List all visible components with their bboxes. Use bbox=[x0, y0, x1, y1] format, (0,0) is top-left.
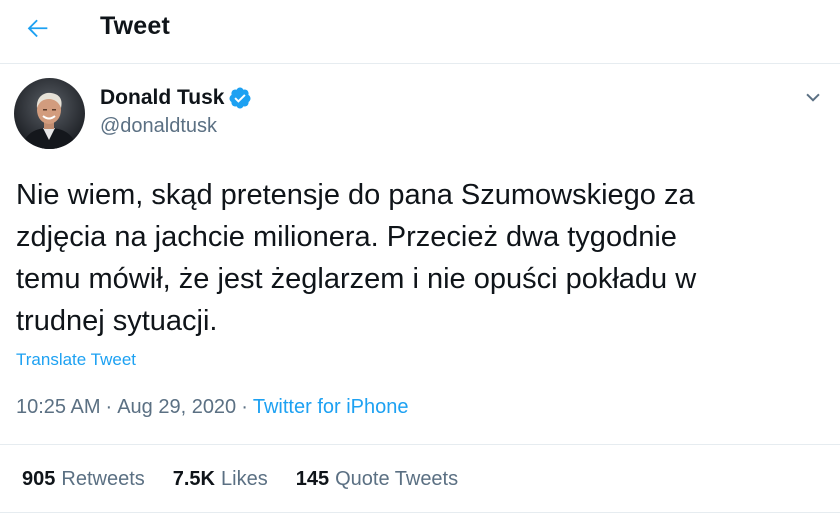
quote-tweets-stat[interactable]: 145 Quote Tweets bbox=[296, 468, 458, 491]
likes-count: 7.5K bbox=[172, 468, 215, 490]
verified-badge-icon bbox=[229, 87, 251, 109]
avatar[interactable] bbox=[14, 78, 85, 149]
tweet-text: Nie wiem, skąd pretensje do pana Szumows… bbox=[16, 174, 816, 342]
translate-tweet-link[interactable]: Translate Tweet bbox=[16, 350, 136, 370]
back-button[interactable] bbox=[20, 10, 56, 46]
divider bbox=[0, 512, 840, 513]
likes-stat[interactable]: 7.5K Likes bbox=[173, 468, 268, 491]
quote-tweets-label: Quote Tweets bbox=[335, 468, 459, 490]
tweet-date[interactable]: Aug 29, 2020 bbox=[117, 396, 236, 418]
author-name[interactable]: Donald Tusk bbox=[100, 86, 224, 110]
retweets-stat[interactable]: 905 Retweets bbox=[22, 468, 145, 491]
divider bbox=[0, 444, 840, 445]
tweet-source-link[interactable]: Twitter for iPhone bbox=[253, 396, 409, 418]
tweet-time[interactable]: 10:25 AM bbox=[16, 396, 101, 418]
top-header: Tweet bbox=[0, 0, 840, 64]
tweet-line: trudnej sytuacji. bbox=[16, 305, 218, 337]
meta-separator: · bbox=[105, 396, 113, 418]
tweet-stats: 905 Retweets 7.5K Likes 145 Quote Tweets bbox=[22, 468, 486, 491]
tweet-line: temu mówił, że jest żeglarzem i nie opuś… bbox=[16, 263, 697, 295]
tweet-meta: 10:25 AM · Aug 29, 2020 · Twitter for iPhone bbox=[16, 396, 408, 419]
chevron-down-icon[interactable] bbox=[800, 84, 826, 110]
likes-label: Likes bbox=[221, 468, 268, 490]
arrow-left-icon bbox=[27, 19, 48, 38]
author-handle[interactable]: @donaldtusk bbox=[100, 115, 217, 138]
tweet-page: Tweet Donald Tusk @donaldtusk Nie wiem, … bbox=[0, 0, 840, 521]
profile-photo bbox=[14, 78, 85, 149]
quote-tweets-count: 145 bbox=[295, 468, 330, 490]
page-title: Tweet bbox=[100, 12, 170, 40]
tweet-line: zdjęcia na jachcie milionera. Przecież d… bbox=[16, 221, 677, 253]
retweets-label: Retweets bbox=[61, 468, 145, 490]
tweet-line: Nie wiem, skąd pretensje do pana Szumows… bbox=[16, 179, 695, 211]
retweets-count: 905 bbox=[22, 468, 56, 490]
meta-separator: · bbox=[241, 396, 248, 418]
